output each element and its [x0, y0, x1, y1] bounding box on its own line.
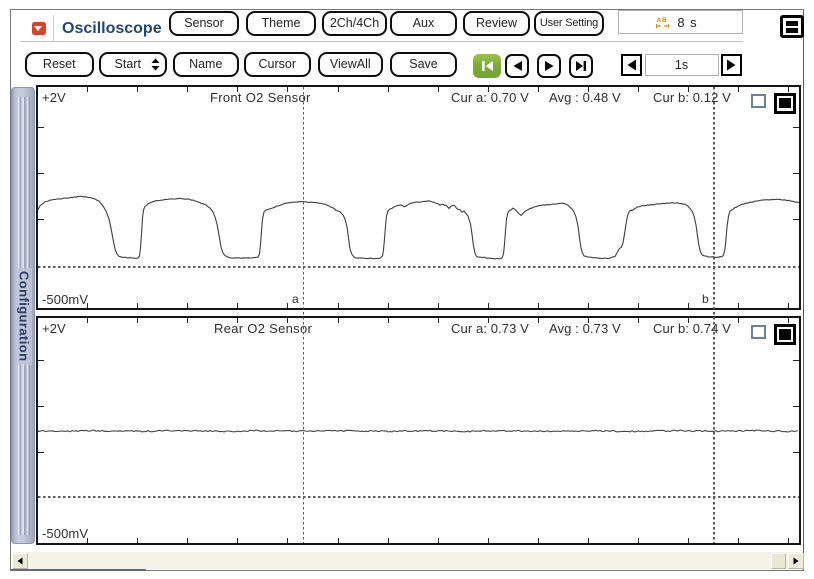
svg-text:B: B	[662, 17, 667, 24]
svg-text:A: A	[657, 17, 662, 24]
